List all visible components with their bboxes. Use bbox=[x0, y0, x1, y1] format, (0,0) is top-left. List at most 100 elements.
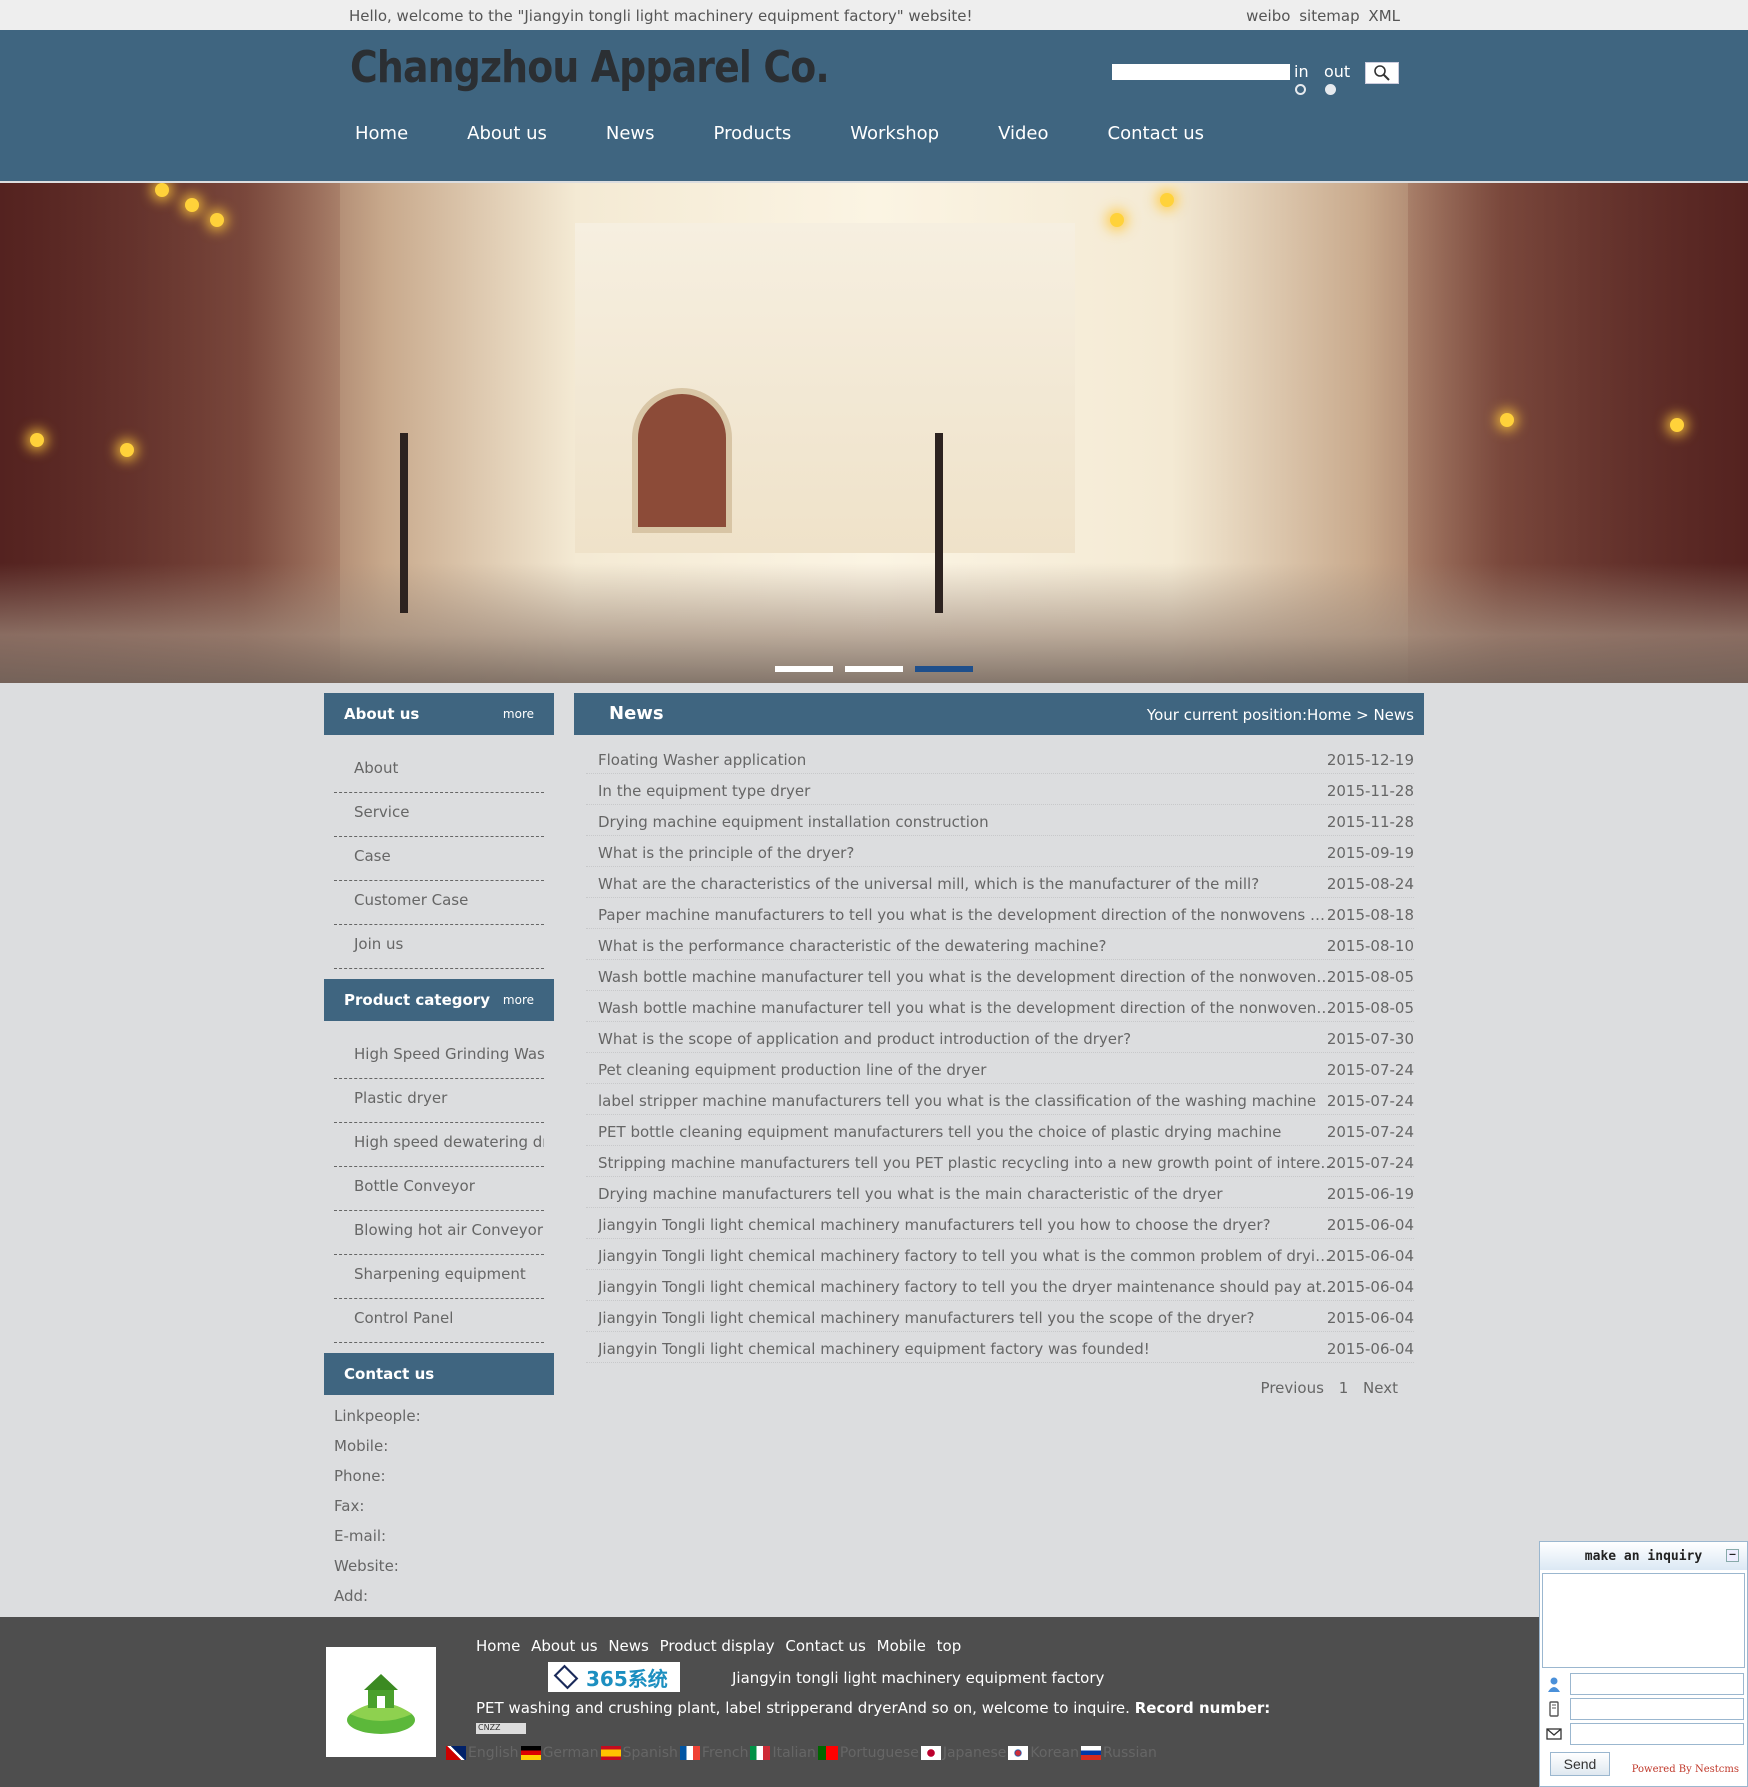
news-row[interactable]: Pet cleaning equipment production line o… bbox=[586, 1053, 1414, 1084]
minimize-button[interactable]: – bbox=[1726, 1549, 1739, 1562]
sidebar-item-case[interactable]: Case bbox=[334, 837, 544, 881]
news-row[interactable]: Stripping machine manufacturers tell you… bbox=[586, 1146, 1414, 1177]
footer-nav-product-display[interactable]: Product display bbox=[660, 1637, 775, 1655]
news-row[interactable]: What is the scope of application and pro… bbox=[586, 1022, 1414, 1053]
news-title[interactable]: Stripping machine manufacturers tell you… bbox=[598, 1154, 1338, 1172]
sidebar-item-service[interactable]: Service bbox=[334, 793, 544, 837]
news-row[interactable]: Floating Washer application 2015-12-19 bbox=[586, 743, 1414, 774]
footer-nav-mobile[interactable]: Mobile bbox=[877, 1637, 926, 1655]
radio-in[interactable] bbox=[1295, 84, 1306, 95]
nav-video[interactable]: Video bbox=[998, 123, 1048, 144]
365-system-badge[interactable]: 365系统 bbox=[548, 1662, 680, 1692]
sidebar-item-product[interactable]: Bottle Conveyor bbox=[334, 1167, 544, 1211]
sidebar-item-about[interactable]: About bbox=[334, 749, 544, 793]
news-row[interactable]: What is the principle of the dryer? 2015-… bbox=[586, 836, 1414, 867]
news-row[interactable]: Jiangyin Tongli light chemical machinery… bbox=[586, 1332, 1414, 1363]
language-russian[interactable]: Russian bbox=[1080, 1745, 1157, 1761]
language-portuguese[interactable]: Portuguese bbox=[817, 1745, 919, 1761]
nav-workshop[interactable]: Workshop bbox=[850, 123, 939, 144]
footer-nav-top[interactable]: top bbox=[937, 1637, 962, 1655]
sidebar-item-product[interactable]: Control Panel bbox=[334, 1299, 544, 1343]
news-row[interactable]: Wash bottle machine manufacturer tell yo… bbox=[586, 960, 1414, 991]
news-row[interactable]: Wash bottle machine manufacturer tell yo… bbox=[586, 991, 1414, 1022]
xml-link[interactable]: XML bbox=[1368, 7, 1400, 25]
news-title[interactable]: In the equipment type dryer bbox=[598, 782, 1338, 800]
language-german[interactable]: German bbox=[520, 1745, 599, 1761]
nav-contact[interactable]: Contact us bbox=[1108, 123, 1205, 144]
news-title[interactable]: What are the characteristics of the univ… bbox=[598, 875, 1338, 893]
news-title[interactable]: Paper machine manufacturers to tell you … bbox=[598, 906, 1338, 924]
footer-nav-contact[interactable]: Contact us bbox=[785, 1637, 865, 1655]
news-title[interactable]: Wash bottle machine manufacturer tell yo… bbox=[598, 999, 1338, 1017]
pager-previous[interactable]: Previous bbox=[1261, 1379, 1324, 1397]
footer-nav-about[interactable]: About us bbox=[531, 1637, 597, 1655]
footer-nav-home[interactable]: Home bbox=[476, 1637, 520, 1655]
news-row[interactable]: PET bottle cleaning equipment manufactur… bbox=[586, 1115, 1414, 1146]
pager-next[interactable]: Next bbox=[1363, 1379, 1398, 1397]
news-title[interactable]: What is the scope of application and pro… bbox=[598, 1030, 1338, 1048]
language-korean[interactable]: Korean bbox=[1008, 1745, 1079, 1761]
site-logo[interactable]: Changzhou Apparel Co. bbox=[350, 42, 830, 93]
send-button[interactable]: Send bbox=[1550, 1752, 1610, 1776]
nav-home[interactable]: Home bbox=[355, 123, 408, 144]
search-button[interactable] bbox=[1365, 62, 1399, 84]
search-option-in[interactable]: in bbox=[1294, 62, 1309, 100]
footer-nav-news[interactable]: News bbox=[608, 1637, 649, 1655]
news-title[interactable]: Pet cleaning equipment production line o… bbox=[598, 1061, 1338, 1079]
news-title[interactable]: What is the performance characteristic o… bbox=[598, 937, 1338, 955]
news-title[interactable]: PET bottle cleaning equipment manufactur… bbox=[598, 1123, 1338, 1141]
inquiry-phone-input[interactable] bbox=[1570, 1698, 1744, 1720]
news-row[interactable]: What are the characteristics of the univ… bbox=[586, 867, 1414, 898]
news-row[interactable]: Drying machine equipment installation co… bbox=[586, 805, 1414, 836]
sidebar-about-more[interactable]: more bbox=[503, 707, 534, 721]
sidebar-item-product[interactable]: Sharpening equipment bbox=[334, 1255, 544, 1299]
news-title[interactable]: Jiangyin Tongli light chemical machinery… bbox=[598, 1340, 1338, 1358]
language-english[interactable]: English bbox=[446, 1745, 519, 1761]
search-input[interactable] bbox=[1112, 64, 1290, 80]
news-row[interactable]: Jiangyin Tongli light chemical machinery… bbox=[586, 1239, 1414, 1270]
sidebar-item-product[interactable]: Blowing hot air Conveyor bbox=[334, 1211, 544, 1255]
news-title[interactable]: Wash bottle machine manufacturer tell yo… bbox=[598, 968, 1338, 986]
news-title[interactable]: Jiangyin Tongli light chemical machinery… bbox=[598, 1216, 1338, 1234]
sidebar-item-join-us[interactable]: Join us bbox=[334, 925, 544, 969]
news-title[interactable]: What is the principle of the dryer? bbox=[598, 844, 1338, 862]
inquiry-name-input[interactable] bbox=[1570, 1673, 1744, 1695]
sidebar-products-more[interactable]: more bbox=[503, 993, 534, 1007]
news-row[interactable]: Drying machine manufacturers tell you wh… bbox=[586, 1177, 1414, 1208]
inquiry-email-input[interactable] bbox=[1570, 1723, 1744, 1745]
language-spanish[interactable]: Spanish bbox=[600, 1745, 678, 1761]
news-title[interactable]: Drying machine equipment installation co… bbox=[598, 813, 1338, 831]
slider-dot-1[interactable] bbox=[775, 666, 833, 672]
news-row[interactable]: label stripper machine manufacturers tel… bbox=[586, 1084, 1414, 1115]
nav-news[interactable]: News bbox=[606, 123, 655, 144]
search-option-out[interactable]: out bbox=[1324, 62, 1350, 100]
inquiry-message-input[interactable] bbox=[1542, 1573, 1745, 1668]
news-row[interactable]: What is the performance characteristic o… bbox=[586, 929, 1414, 960]
nav-about[interactable]: About us bbox=[467, 123, 547, 144]
news-title[interactable]: Floating Washer application bbox=[598, 751, 1338, 769]
nav-products[interactable]: Products bbox=[714, 123, 792, 144]
sitemap-link[interactable]: sitemap bbox=[1299, 7, 1359, 25]
slider-dot-2[interactable] bbox=[845, 666, 903, 672]
news-row[interactable]: Jiangyin Tongli light chemical machinery… bbox=[586, 1208, 1414, 1239]
pager-page-1[interactable]: 1 bbox=[1339, 1379, 1349, 1397]
news-title[interactable]: label stripper machine manufacturers tel… bbox=[598, 1092, 1338, 1110]
sidebar-item-product[interactable]: High Speed Grinding Was... bbox=[334, 1035, 544, 1079]
language-french[interactable]: French bbox=[679, 1745, 748, 1761]
language-italian[interactable]: Italian bbox=[750, 1745, 816, 1761]
slider-dot-3[interactable] bbox=[915, 666, 973, 672]
news-row[interactable]: Jiangyin Tongli light chemical machinery… bbox=[586, 1301, 1414, 1332]
cnzz-badge[interactable]: CNZZ bbox=[476, 1723, 526, 1734]
news-title[interactable]: Jiangyin Tongli light chemical machinery… bbox=[598, 1247, 1338, 1265]
sidebar-item-product[interactable]: Plastic dryer bbox=[334, 1079, 544, 1123]
sidebar-item-product[interactable]: High speed dewatering dr... bbox=[334, 1123, 544, 1167]
news-row[interactable]: Jiangyin Tongli light chemical machinery… bbox=[586, 1270, 1414, 1301]
news-row[interactable]: Paper machine manufacturers to tell you … bbox=[586, 898, 1414, 929]
news-title[interactable]: Drying machine manufacturers tell you wh… bbox=[598, 1185, 1338, 1203]
news-title[interactable]: Jiangyin Tongli light chemical machinery… bbox=[598, 1278, 1338, 1296]
news-row[interactable]: In the equipment type dryer 2015-11-28 bbox=[586, 774, 1414, 805]
radio-out[interactable] bbox=[1325, 84, 1336, 95]
weibo-link[interactable]: weibo bbox=[1246, 7, 1290, 25]
sidebar-item-customer-case[interactable]: Customer Case bbox=[334, 881, 544, 925]
language-japanese[interactable]: Japanese bbox=[920, 1745, 1006, 1761]
